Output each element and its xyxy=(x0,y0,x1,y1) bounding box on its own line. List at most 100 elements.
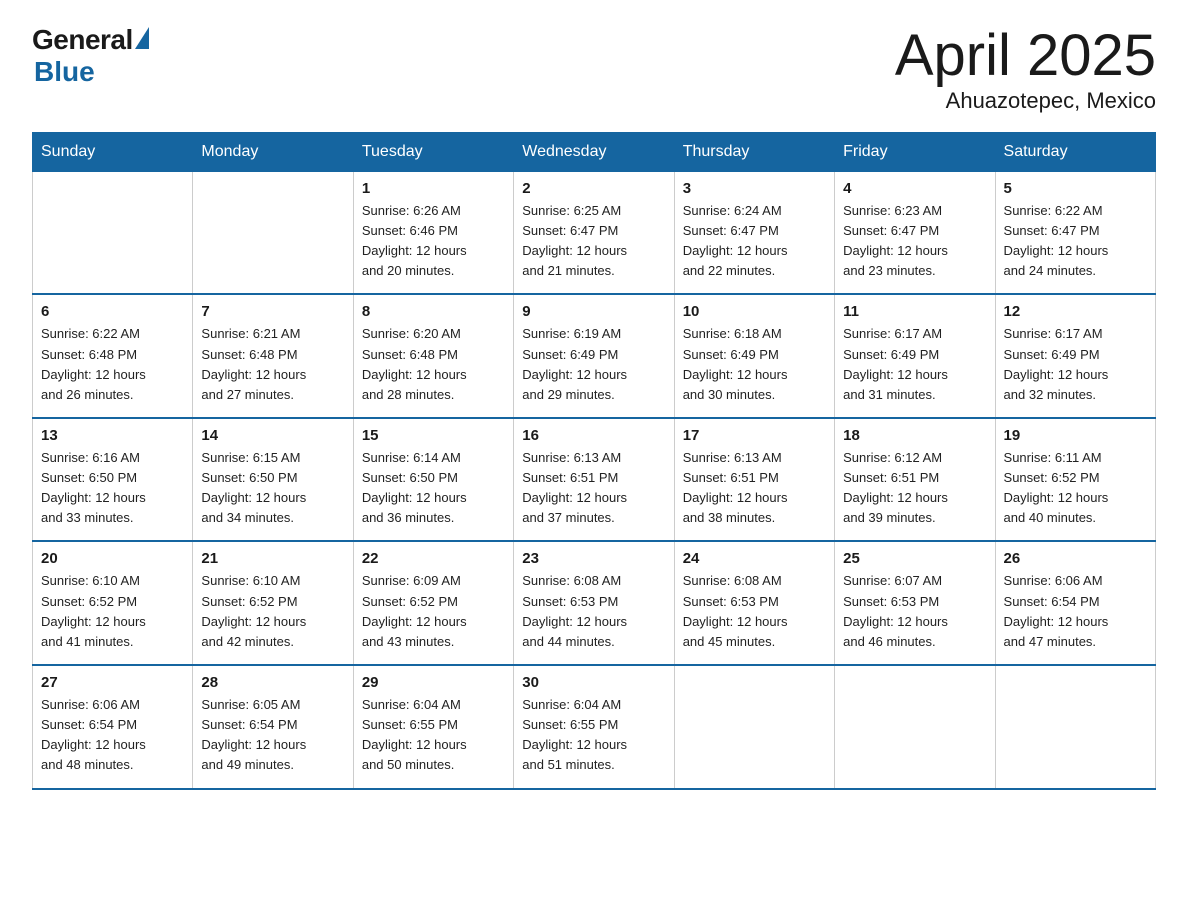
calendar-cell xyxy=(835,665,995,789)
day-number: 5 xyxy=(1004,180,1147,197)
day-info: Sunrise: 6:13 AMSunset: 6:51 PMDaylight:… xyxy=(683,448,826,529)
calendar-cell: 18Sunrise: 6:12 AMSunset: 6:51 PMDayligh… xyxy=(835,418,995,542)
day-info: Sunrise: 6:08 AMSunset: 6:53 PMDaylight:… xyxy=(683,571,826,652)
day-info: Sunrise: 6:06 AMSunset: 6:54 PMDaylight:… xyxy=(1004,571,1147,652)
day-number: 24 xyxy=(683,550,826,567)
weekday-header-friday: Friday xyxy=(835,132,995,171)
logo-blue: Blue xyxy=(34,56,95,88)
calendar-week-row: 27 Sunrise: 6:06 AMSunset: 6:54 PMDayligh… xyxy=(33,665,1156,789)
calendar-cell: 2Sunrise: 6:25 AMSunset: 6:47 PMDaylight… xyxy=(514,171,674,294)
calendar-cell: 7 Sunrise: 6:21 AMSunset: 6:48 PMDaylight… xyxy=(193,294,353,418)
day-number: 12 xyxy=(1004,303,1147,320)
day-info: Sunrise: 6:18 AMSunset: 6:49 PMDaylight:… xyxy=(683,324,826,405)
calendar-cell: 13 Sunrise: 6:16 AMSunset: 6:50 PMDayligh… xyxy=(33,418,193,542)
calendar-cell: 10 Sunrise: 6:18 AMSunset: 6:49 PMDayligh… xyxy=(674,294,834,418)
day-info: Sunrise: 6:15 AMSunset: 6:50 PMDaylight:… xyxy=(201,448,344,529)
day-number: 7 xyxy=(201,303,344,320)
day-number: 23 xyxy=(522,550,665,567)
page-header: General Blue April 2025 Ahuazotepec, Mex… xyxy=(32,24,1156,114)
page-location: Ahuazotepec, Mexico xyxy=(895,88,1156,114)
day-number: 8 xyxy=(362,303,505,320)
day-info: Sunrise: 6:20 AMSunset: 6:48 PMDaylight:… xyxy=(362,324,505,405)
calendar-week-row: 13 Sunrise: 6:16 AMSunset: 6:50 PMDayligh… xyxy=(33,418,1156,542)
calendar-week-row: 20 Sunrise: 6:10 AMSunset: 6:52 PMDayligh… xyxy=(33,541,1156,665)
day-info: Sunrise: 6:04 AMSunset: 6:55 PMDaylight:… xyxy=(522,695,665,776)
day-info: Sunrise: 6:06 AMSunset: 6:54 PMDaylight:… xyxy=(41,695,184,776)
day-info: Sunrise: 6:24 AMSunset: 6:47 PMDaylight:… xyxy=(683,201,826,282)
calendar-cell: 22 Sunrise: 6:09 AMSunset: 6:52 PMDayligh… xyxy=(353,541,513,665)
day-number: 28 xyxy=(201,674,344,691)
calendar-cell: 29 Sunrise: 6:04 AMSunset: 6:55 PMDayligh… xyxy=(353,665,513,789)
day-info: Sunrise: 6:14 AMSunset: 6:50 PMDaylight:… xyxy=(362,448,505,529)
calendar-cell: 23 Sunrise: 6:08 AMSunset: 6:53 PMDayligh… xyxy=(514,541,674,665)
day-info: Sunrise: 6:17 AMSunset: 6:49 PMDaylight:… xyxy=(843,324,986,405)
day-number: 30 xyxy=(522,674,665,691)
day-info: Sunrise: 6:21 AMSunset: 6:48 PMDaylight:… xyxy=(201,324,344,405)
day-number: 20 xyxy=(41,550,184,567)
calendar-cell: 30 Sunrise: 6:04 AMSunset: 6:55 PMDayligh… xyxy=(514,665,674,789)
calendar-cell: 8 Sunrise: 6:20 AMSunset: 6:48 PMDaylight… xyxy=(353,294,513,418)
day-number: 13 xyxy=(41,427,184,444)
day-info: Sunrise: 6:07 AMSunset: 6:53 PMDaylight:… xyxy=(843,571,986,652)
day-number: 15 xyxy=(362,427,505,444)
day-info: Sunrise: 6:22 AMSunset: 6:47 PMDaylight:… xyxy=(1004,201,1147,282)
weekday-header-tuesday: Tuesday xyxy=(353,132,513,171)
calendar-cell: 16 Sunrise: 6:13 AMSunset: 6:51 PMDayligh… xyxy=(514,418,674,542)
day-number: 26 xyxy=(1004,550,1147,567)
day-number: 27 xyxy=(41,674,184,691)
calendar-cell: 6 Sunrise: 6:22 AMSunset: 6:48 PMDaylight… xyxy=(33,294,193,418)
calendar-cell: 21 Sunrise: 6:10 AMSunset: 6:52 PMDayligh… xyxy=(193,541,353,665)
calendar-cell: 27 Sunrise: 6:06 AMSunset: 6:54 PMDayligh… xyxy=(33,665,193,789)
calendar-cell: 14 Sunrise: 6:15 AMSunset: 6:50 PMDayligh… xyxy=(193,418,353,542)
day-info: Sunrise: 6:23 AMSunset: 6:47 PMDaylight:… xyxy=(843,201,986,282)
calendar-cell xyxy=(674,665,834,789)
calendar-week-row: 6 Sunrise: 6:22 AMSunset: 6:48 PMDaylight… xyxy=(33,294,1156,418)
day-info: Sunrise: 6:13 AMSunset: 6:51 PMDaylight:… xyxy=(522,448,665,529)
calendar-cell: 17 Sunrise: 6:13 AMSunset: 6:51 PMDayligh… xyxy=(674,418,834,542)
calendar-cell: 1Sunrise: 6:26 AMSunset: 6:46 PMDaylight… xyxy=(353,171,513,294)
calendar-cell: 20Sunrise: 6:10 AMSunset: 6:52 PMDayligh… xyxy=(33,541,193,665)
calendar-cell xyxy=(995,665,1155,789)
weekday-header-row: SundayMondayTuesdayWednesdayThursdayFrid… xyxy=(33,132,1156,171)
day-number: 10 xyxy=(683,303,826,320)
day-info: Sunrise: 6:04 AMSunset: 6:55 PMDaylight:… xyxy=(362,695,505,776)
weekday-header-thursday: Thursday xyxy=(674,132,834,171)
calendar-cell: 28 Sunrise: 6:05 AMSunset: 6:54 PMDayligh… xyxy=(193,665,353,789)
day-info: Sunrise: 6:05 AMSunset: 6:54 PMDaylight:… xyxy=(201,695,344,776)
weekday-header-wednesday: Wednesday xyxy=(514,132,674,171)
day-number: 16 xyxy=(522,427,665,444)
day-info: Sunrise: 6:19 AMSunset: 6:49 PMDaylight:… xyxy=(522,324,665,405)
day-info: Sunrise: 6:10 AMSunset: 6:52 PMDaylight:… xyxy=(201,571,344,652)
calendar-cell: 12Sunrise: 6:17 AMSunset: 6:49 PMDayligh… xyxy=(995,294,1155,418)
calendar-cell: 5 Sunrise: 6:22 AMSunset: 6:47 PMDaylight… xyxy=(995,171,1155,294)
day-info: Sunrise: 6:16 AMSunset: 6:50 PMDaylight:… xyxy=(41,448,184,529)
day-number: 11 xyxy=(843,303,986,320)
calendar-cell: 3 Sunrise: 6:24 AMSunset: 6:47 PMDaylight… xyxy=(674,171,834,294)
day-info: Sunrise: 6:08 AMSunset: 6:53 PMDaylight:… xyxy=(522,571,665,652)
calendar-cell: 11 Sunrise: 6:17 AMSunset: 6:49 PMDayligh… xyxy=(835,294,995,418)
weekday-header-sunday: Sunday xyxy=(33,132,193,171)
day-info: Sunrise: 6:09 AMSunset: 6:52 PMDaylight:… xyxy=(362,571,505,652)
day-number: 4 xyxy=(843,180,986,197)
day-number: 21 xyxy=(201,550,344,567)
calendar-cell: 9Sunrise: 6:19 AMSunset: 6:49 PMDaylight… xyxy=(514,294,674,418)
day-number: 14 xyxy=(201,427,344,444)
day-number: 29 xyxy=(362,674,505,691)
day-number: 6 xyxy=(41,303,184,320)
calendar-cell: 26 Sunrise: 6:06 AMSunset: 6:54 PMDayligh… xyxy=(995,541,1155,665)
calendar-table: SundayMondayTuesdayWednesdayThursdayFrid… xyxy=(32,132,1156,790)
day-info: Sunrise: 6:26 AMSunset: 6:46 PMDaylight:… xyxy=(362,201,505,282)
day-number: 22 xyxy=(362,550,505,567)
day-info: Sunrise: 6:11 AMSunset: 6:52 PMDaylight:… xyxy=(1004,448,1147,529)
page-title: April 2025 xyxy=(895,24,1156,88)
logo-general: General xyxy=(32,24,133,56)
calendar-cell: 25Sunrise: 6:07 AMSunset: 6:53 PMDayligh… xyxy=(835,541,995,665)
weekday-header-saturday: Saturday xyxy=(995,132,1155,171)
day-info: Sunrise: 6:22 AMSunset: 6:48 PMDaylight:… xyxy=(41,324,184,405)
calendar-cell xyxy=(193,171,353,294)
logo-triangle-icon xyxy=(135,27,149,49)
day-number: 3 xyxy=(683,180,826,197)
calendar-cell xyxy=(33,171,193,294)
day-number: 19 xyxy=(1004,427,1147,444)
day-number: 17 xyxy=(683,427,826,444)
